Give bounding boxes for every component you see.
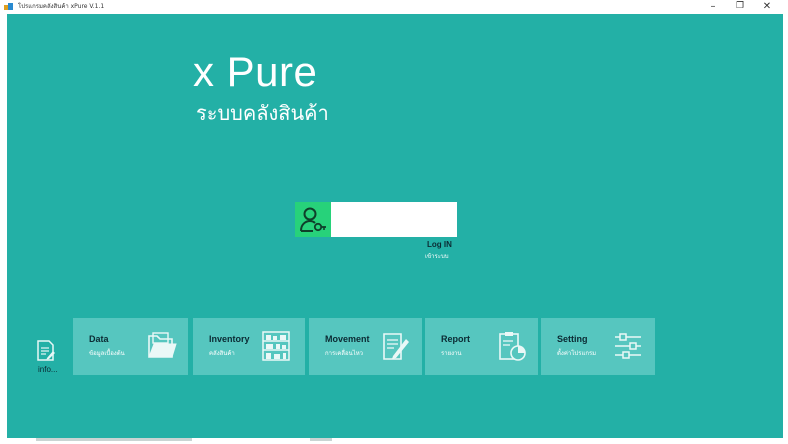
menu-tile-movement[interactable]: Movement การเคลื่อนไหว xyxy=(309,318,422,375)
app-brand-title: x Pure xyxy=(193,48,318,95)
menu-tile-report[interactable]: Report รายงาน xyxy=(425,318,538,375)
menu-tile-subtitle: ข้อมูลเบื้องต้น xyxy=(89,350,125,357)
window-title: โปรแกรมคลังสินค้า xPure V.1.1 xyxy=(18,3,105,10)
warehouse-shelf-icon xyxy=(262,331,290,361)
report-chart-icon xyxy=(499,332,526,361)
app-icon xyxy=(4,3,13,10)
login-button[interactable]: Log IN xyxy=(427,240,452,249)
menu-tile-subtitle: คลังสินค้า xyxy=(209,350,235,357)
menu-tile-subtitle: การเคลื่อนไหว xyxy=(325,350,364,357)
menu-tile-title: Data xyxy=(89,334,109,344)
main-panel: x Pure ระบบคลังสินค้า Log IN เข้าระบบ in… xyxy=(7,14,783,438)
menu-tile-title: Movement xyxy=(325,334,370,344)
info-button[interactable]: info... xyxy=(33,340,63,376)
menu-tile-subtitle: ตั้งค่าโปรแกรม xyxy=(557,350,597,357)
menu-tile-inventory[interactable]: Inventory คลังสินค้า xyxy=(193,318,305,375)
minimize-button[interactable]: – xyxy=(701,0,725,14)
document-edit-icon xyxy=(37,340,55,361)
menu-tile-setting[interactable]: Setting ตั้งค่าโปรแกรม xyxy=(541,318,655,375)
sliders-icon xyxy=(615,333,641,359)
folder-icon xyxy=(148,332,177,358)
bottom-strip-segment xyxy=(310,438,332,441)
menu-tile-title: Setting xyxy=(557,334,588,344)
edit-document-icon xyxy=(383,333,409,360)
bottom-strip-segment xyxy=(36,438,192,441)
bottom-strip xyxy=(0,438,788,444)
menu-tile-subtitle: รายงาน xyxy=(441,350,462,357)
app-brand-subtitle: ระบบคลังสินค้า xyxy=(196,101,329,125)
menu-tile-data[interactable]: Data ข้อมูลเบื้องต้น xyxy=(73,318,188,375)
title-bar: โปรแกรมคลังสินค้า xPure V.1.1 – ❐ ✕ xyxy=(0,0,788,14)
maximize-button[interactable]: ❐ xyxy=(728,0,752,14)
user-key-icon xyxy=(300,207,326,232)
info-label: info... xyxy=(38,365,58,374)
close-button[interactable]: ✕ xyxy=(755,0,779,14)
menu-tile-title: Report xyxy=(441,334,470,344)
login-icon-box[interactable] xyxy=(295,202,331,237)
menu-tile-title: Inventory xyxy=(209,334,250,344)
login-password-input[interactable] xyxy=(331,202,457,237)
login-sublabel: เข้าระบบ xyxy=(425,253,449,260)
